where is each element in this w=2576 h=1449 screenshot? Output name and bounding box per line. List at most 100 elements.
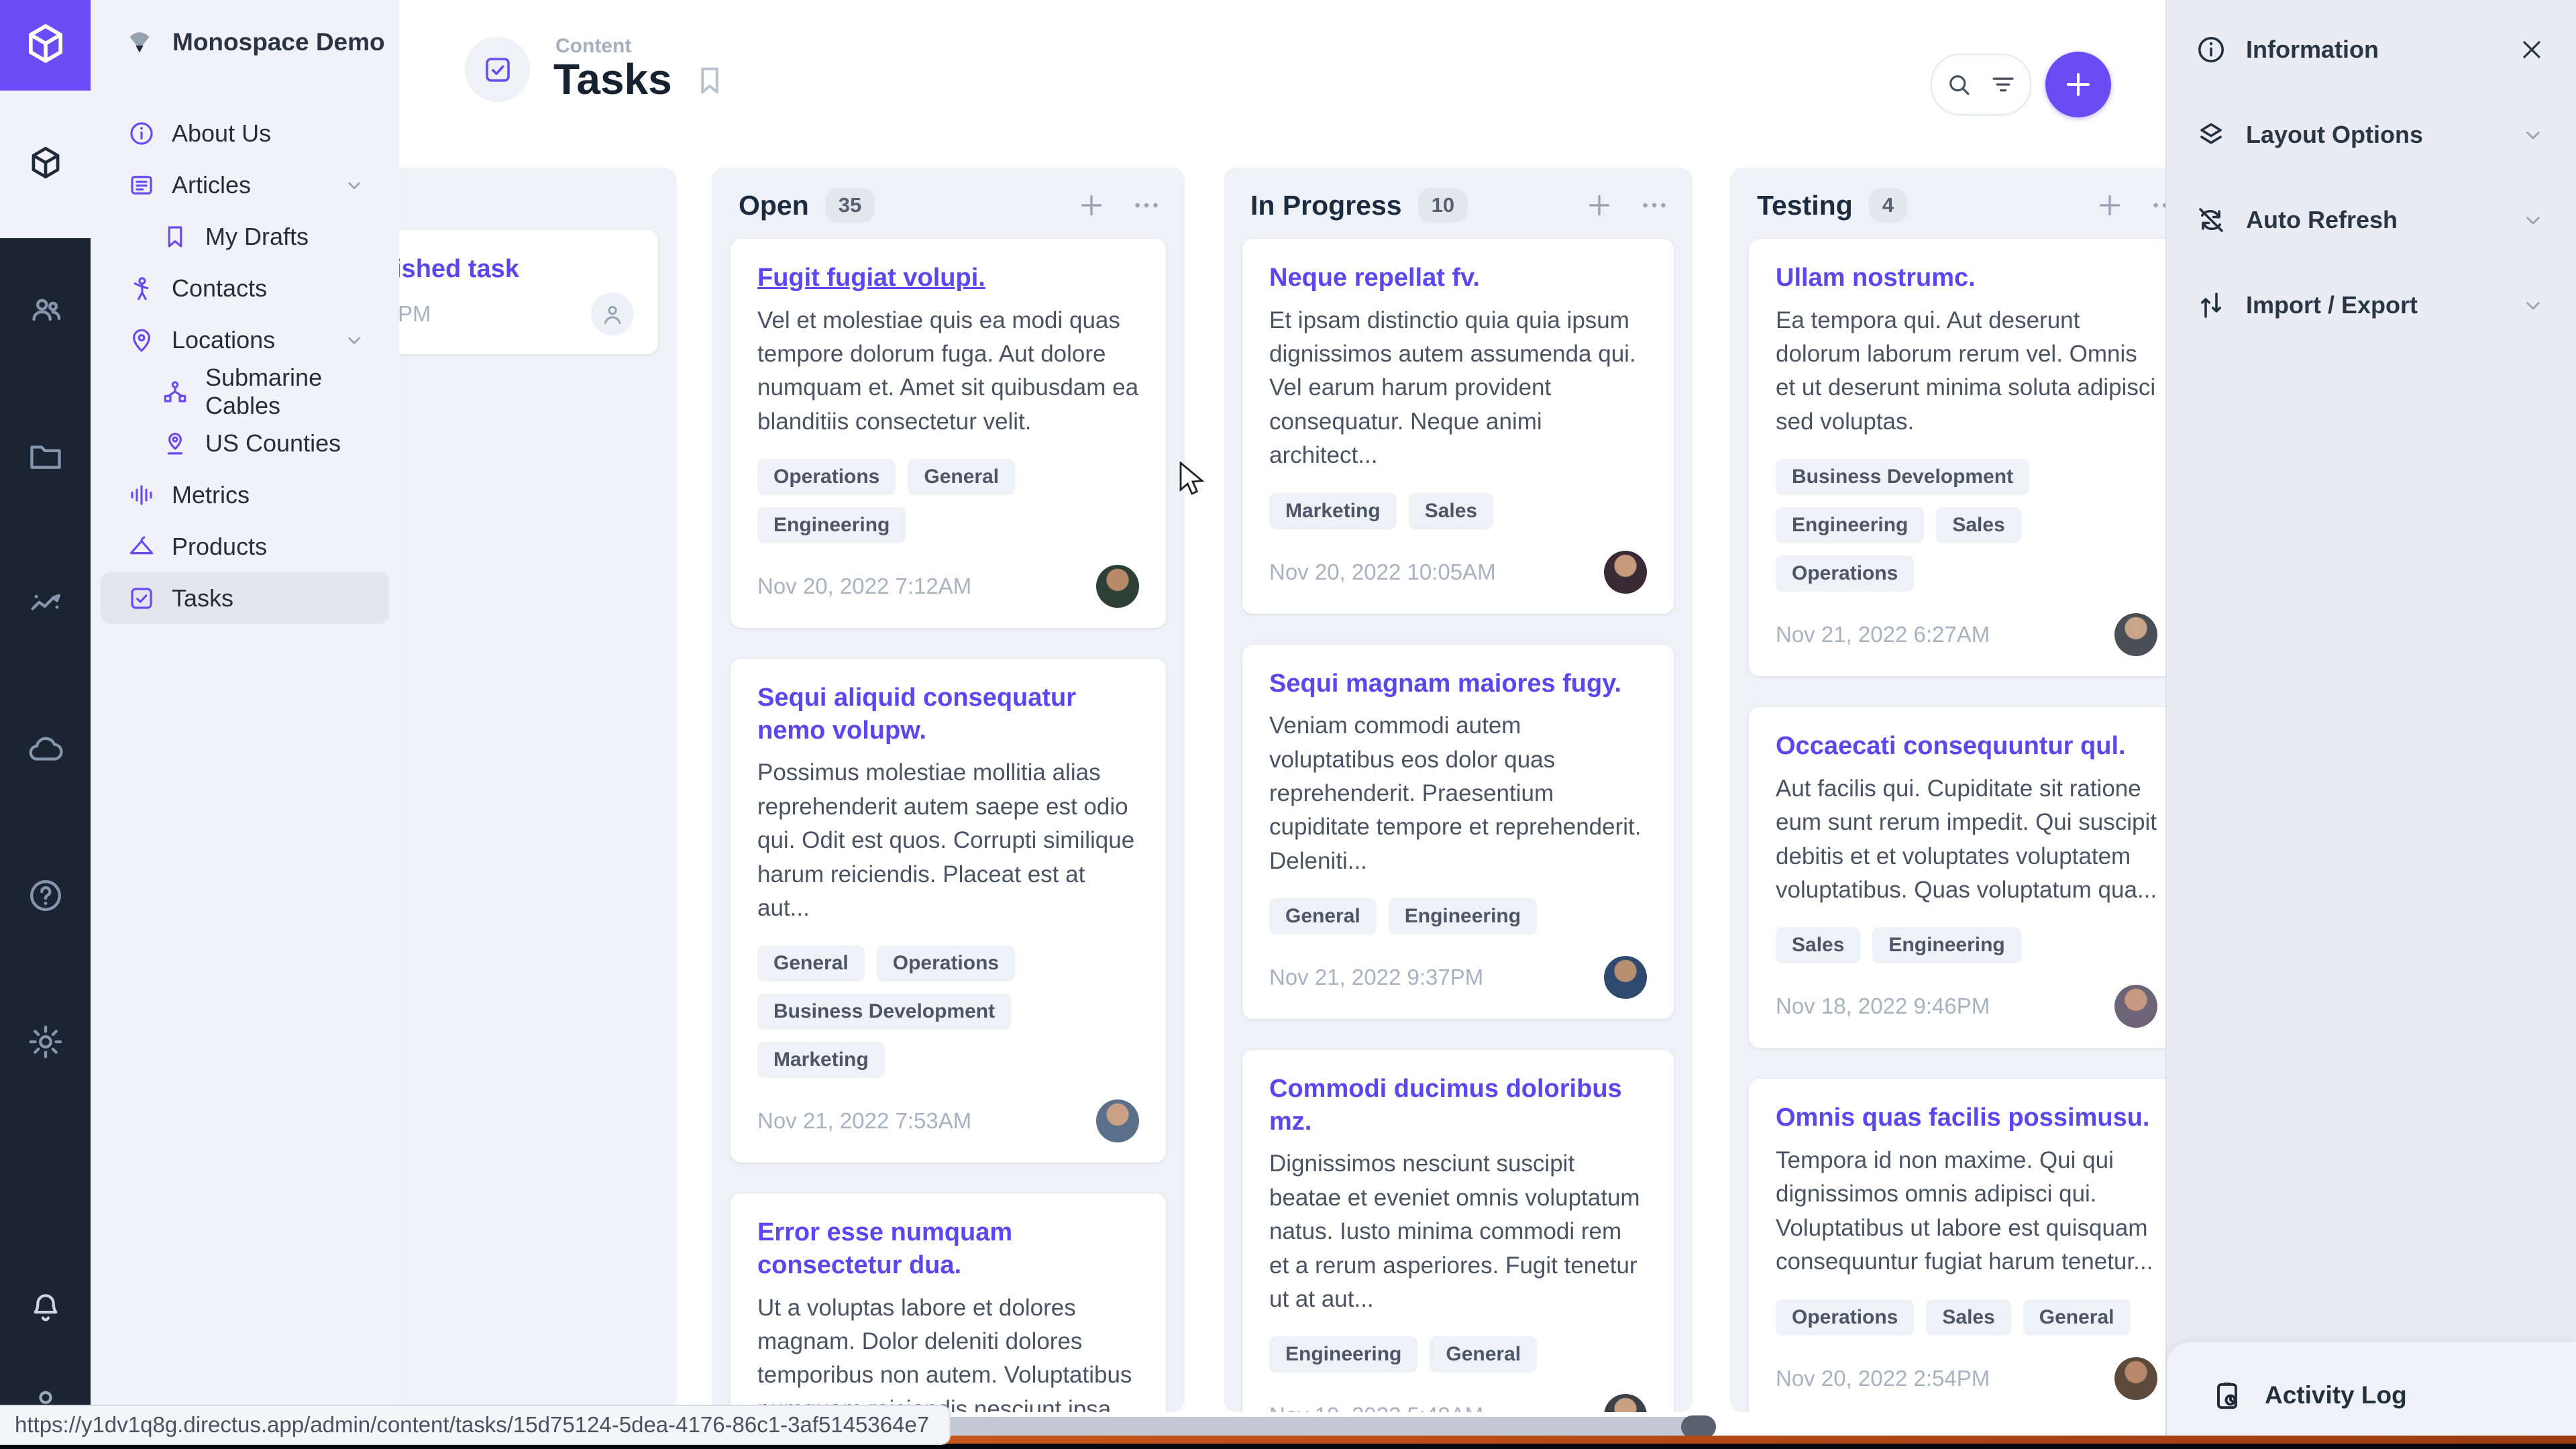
breadcrumb[interactable]: Content xyxy=(555,35,631,58)
task-card[interactable]: ished task PM xyxy=(399,230,658,354)
tag-chip: General xyxy=(1430,1336,1537,1373)
activity-log-icon xyxy=(2210,1378,2245,1413)
settings-gear-icon[interactable] xyxy=(0,1012,91,1072)
column-menu-icon[interactable] xyxy=(2149,190,2165,221)
sidebar-item-submarine-cables[interactable]: Submarine Cables xyxy=(101,366,389,417)
card-title[interactable]: Neque repellat fv. xyxy=(1269,262,1647,294)
card-date: Nov 21, 2022 9:37PM xyxy=(1269,965,1483,990)
tag-chip: Operations xyxy=(877,945,1015,981)
users-module-icon[interactable] xyxy=(0,280,91,341)
sidebar-item-locations[interactable]: Locations xyxy=(101,314,389,366)
bookmark-icon[interactable] xyxy=(692,63,727,101)
close-icon[interactable] xyxy=(2517,35,2546,64)
add-card-icon[interactable] xyxy=(1584,190,1615,221)
sidebar-section-label: Auto Refresh xyxy=(2246,206,2398,234)
chevron-down-icon[interactable] xyxy=(342,173,366,197)
sidebar-item-my-drafts[interactable]: My Drafts xyxy=(101,211,389,262)
card-tags: OperationsGeneralEngineering xyxy=(757,459,1139,543)
card-title[interactable]: Ullam nostrumc. xyxy=(1776,262,2157,294)
project-header[interactable]: Monospace Demo xyxy=(124,27,385,58)
horizontal-scrollbar-thumb-end[interactable] xyxy=(1681,1415,1716,1438)
tag-chip: Marketing xyxy=(1269,493,1397,529)
task-card[interactable]: Sequi aliquid consequatur nemo volupw.Po… xyxy=(731,659,1166,1163)
column-title: In Progress xyxy=(1250,190,1402,221)
sidebar-item-articles[interactable]: Articles xyxy=(101,159,389,211)
card-title[interactable]: Sequi aliquid consequatur nemo volupw. xyxy=(757,682,1139,747)
activity-log-button[interactable]: Activity Log xyxy=(2167,1342,2576,1449)
column-menu-icon[interactable] xyxy=(1639,190,1670,221)
project-status-icon xyxy=(124,27,155,58)
card-tags: GeneralOperationsBusiness DevelopmentMar… xyxy=(757,945,1139,1078)
column-title: Testing xyxy=(1757,190,1853,221)
tag-chip: Sales xyxy=(1936,507,2021,543)
task-card[interactable]: Sequi magnam maiores fugy. Veniam commodi… xyxy=(1242,645,1674,1020)
bookmark-icon xyxy=(161,223,189,251)
task-card[interactable]: Neque repellat fv.Et ipsam distinctio qu… xyxy=(1242,239,1674,614)
status-url-tooltip: https://y1dv1q8g.directus.app/admin/cont… xyxy=(0,1405,951,1445)
directus-logo[interactable] xyxy=(0,0,91,91)
avatar-placeholder-icon xyxy=(591,292,634,335)
kanban-board: ished task PM Open35Fugit fugiat volupi.… xyxy=(399,168,2165,1412)
files-module-icon[interactable] xyxy=(0,427,91,487)
insights-module-icon[interactable] xyxy=(0,573,91,633)
right-sidebar: InformationLayout Options Auto Refresh Imp… xyxy=(2165,0,2576,1449)
task-card[interactable]: Omnis quas facilis possimusu.Tempora id … xyxy=(1749,1079,2165,1412)
sidebar-item-products[interactable]: Products xyxy=(101,521,389,572)
chevron-down-icon[interactable] xyxy=(2520,292,2546,319)
search-filter-pill[interactable] xyxy=(1931,54,2031,115)
sidebar-section-information[interactable]: Information xyxy=(2167,7,2576,92)
task-card[interactable]: Ullam nostrumc.Ea tempora qui. Aut deser… xyxy=(1749,239,2165,676)
sidebar-section-import-export[interactable]: Import / Export xyxy=(2167,262,2576,347)
sidebar-item-about-us[interactable]: About Us xyxy=(101,107,389,159)
search-icon[interactable] xyxy=(1945,70,1973,99)
collection-checkbox-icon[interactable] xyxy=(465,37,530,102)
card-title[interactable]: Error esse numquam consectetur dua. xyxy=(757,1216,1139,1281)
tag-chip: Engineering xyxy=(1776,507,1924,543)
module-content-active[interactable] xyxy=(0,91,91,238)
sidebar-item-us-counties[interactable]: US Counties xyxy=(101,417,389,469)
card-date: PM xyxy=(399,301,431,327)
tag-chip: General xyxy=(2023,1299,2131,1336)
sidebar-item-label: Submarine Cables xyxy=(205,364,389,420)
card-title[interactable]: Fugit fugiat volupi. xyxy=(757,262,1139,294)
sidebar-item-tasks[interactable]: Tasks xyxy=(101,572,389,624)
info-icon xyxy=(2195,34,2227,66)
task-card[interactable]: Commodi ducimus doloribus mz.Dignissimos… xyxy=(1242,1050,1674,1412)
task-card[interactable]: Error esse numquam consectetur dua.Ut a … xyxy=(731,1193,1166,1412)
card-title[interactable]: ished task xyxy=(399,253,634,286)
activity-log-label: Activity Log xyxy=(2265,1381,2407,1409)
card-title[interactable]: Commodi ducimus doloribus mz. xyxy=(1269,1073,1647,1138)
add-card-icon[interactable] xyxy=(1076,190,1107,221)
card-title[interactable]: Omnis quas facilis possimusu. xyxy=(1776,1102,2157,1134)
column-title: Open xyxy=(739,190,809,221)
card-description: Veniam commodi autem voluptatibus eos do… xyxy=(1269,709,1647,878)
sidebar-section-layout-options[interactable]: Layout Options xyxy=(2167,92,2576,177)
chevron-down-icon[interactable] xyxy=(2520,121,2546,148)
help-module-icon[interactable] xyxy=(0,865,91,926)
card-title[interactable]: Occaecati consequuntur qul. xyxy=(1776,730,2157,763)
sidebar-item-contacts[interactable]: Contacts xyxy=(101,262,389,314)
chevron-down-icon[interactable] xyxy=(2520,207,2546,233)
assignee-avatar xyxy=(1604,956,1647,999)
chevron-down-icon[interactable] xyxy=(342,328,366,352)
add-item-button[interactable] xyxy=(2045,52,2111,117)
add-card-icon[interactable] xyxy=(2094,190,2125,221)
tag-chip: Operations xyxy=(1776,1299,1914,1336)
tag-chip: Engineering xyxy=(757,507,906,543)
sidebar-section-auto-refresh[interactable]: Auto Refresh xyxy=(2167,177,2576,262)
notifications-bell-icon[interactable] xyxy=(0,1278,91,1338)
task-card[interactable]: Fugit fugiat volupi.Vel et molestiae qui… xyxy=(731,239,1166,628)
filter-icon[interactable] xyxy=(1989,70,2017,99)
card-date: Nov 19, 2022 5:48AM xyxy=(1269,1403,1483,1412)
task-card[interactable]: Occaecati consequuntur qul.Aut facilis q… xyxy=(1749,707,2165,1048)
column-menu-icon[interactable] xyxy=(1131,190,1162,221)
sidebar-item-label: Contacts xyxy=(172,274,267,303)
card-title[interactable]: Sequi magnam maiores fugy. xyxy=(1269,667,1647,700)
sidebar-item-label: Locations xyxy=(172,326,275,354)
card-tags: OperationsSalesGeneral xyxy=(1776,1299,2157,1336)
card-date: Nov 18, 2022 9:46PM xyxy=(1776,994,1990,1019)
sidebar-item-metrics[interactable]: Metrics xyxy=(101,469,389,521)
assignee-avatar xyxy=(2114,613,2157,656)
equalizer-icon xyxy=(127,481,156,509)
cloud-module-icon[interactable] xyxy=(0,719,91,780)
